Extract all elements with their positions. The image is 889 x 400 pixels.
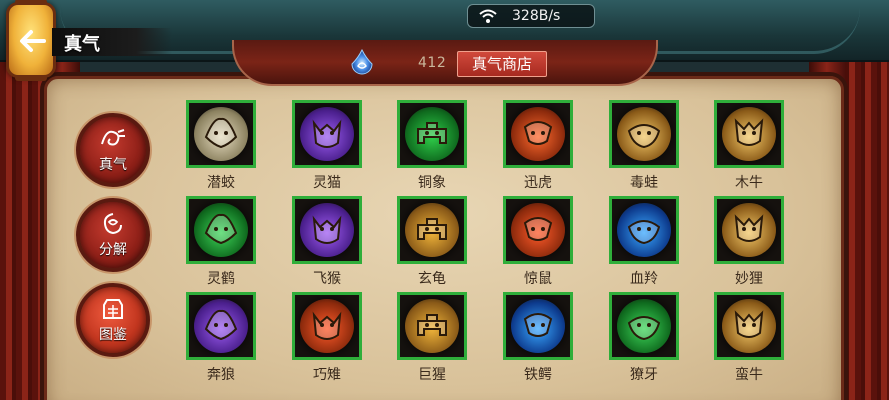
spirit-beast-icon: [627, 316, 661, 341]
spirit-card[interactable]: [397, 196, 467, 264]
spirit-orb: [722, 299, 776, 353]
wifi-icon: [478, 8, 498, 24]
spirit-name: 惊鼠: [524, 271, 552, 287]
spirit-name: 铜象: [418, 175, 446, 191]
spirit-card[interactable]: [292, 196, 362, 264]
spirit-name: 灵猫: [313, 175, 341, 191]
left-curtain: [0, 62, 44, 400]
decompose-icon: [103, 213, 122, 235]
spirit-orb-icon: [351, 48, 373, 75]
spirit-orb: [300, 203, 354, 257]
spirit-orb: [617, 203, 671, 257]
spirit-name: 血羚: [630, 271, 658, 287]
spirit-name: 蛮牛: [735, 367, 763, 383]
spirit-beast-icon: [312, 311, 342, 340]
spirit-orb: [194, 203, 248, 257]
spirit-name: 巨猩: [418, 367, 446, 383]
network-speed: 328B/s: [512, 8, 561, 24]
spirit-card[interactable]: [186, 292, 256, 360]
spirit-card[interactable]: [292, 292, 362, 360]
spirit-beast-icon: [627, 220, 661, 245]
spirit-card[interactable]: [186, 100, 256, 168]
spirit-name: 獠牙: [630, 367, 658, 383]
spirit-card[interactable]: [609, 292, 679, 360]
spirit-orb: [300, 299, 354, 353]
spirit-name: 木牛: [735, 175, 763, 191]
spirit-beast-icon: [204, 309, 238, 341]
tab-codex-label: 图鉴: [99, 327, 127, 343]
qi-icon: [101, 129, 125, 146]
spirit-beast-icon: [523, 313, 553, 337]
qi-shop-button[interactable]: 真气商店: [457, 51, 547, 77]
spirit-name: 奔狼: [207, 367, 235, 383]
spirit-beast-icon: [523, 217, 553, 241]
spirit-name: 灵鹤: [207, 271, 235, 287]
spirit-orb: [511, 107, 565, 161]
right-curtain: [845, 62, 889, 400]
codex-icon: [103, 299, 123, 319]
spirit-orb: [300, 107, 354, 161]
spirit-card[interactable]: [714, 292, 784, 360]
spirit-orb: [405, 299, 459, 353]
spirit-orb: [405, 107, 459, 161]
tab-qi-label: 真气: [99, 157, 127, 173]
spirit-card[interactable]: [186, 196, 256, 264]
spirit-card[interactable]: [397, 292, 467, 360]
spirit-orb: [617, 107, 671, 161]
spirit-card[interactable]: [397, 100, 467, 168]
spirit-beast-icon: [312, 215, 342, 244]
spirit-orb: [511, 299, 565, 353]
spirit-beast-icon: [734, 118, 764, 146]
tab-codex[interactable]: 图鉴: [76, 283, 150, 357]
spirit-beast-icon: [204, 213, 238, 245]
spirit-name: 玄龟: [418, 271, 446, 287]
spirit-card[interactable]: [714, 196, 784, 264]
spirit-name: 毒蛙: [630, 175, 658, 191]
spirit-beast-icon: [417, 218, 447, 240]
spirit-orb: [194, 299, 248, 353]
back-arrow-icon: [20, 30, 46, 52]
spirit-orb: [405, 203, 459, 257]
spirit-card[interactable]: [714, 100, 784, 168]
spirit-name: 巧雉: [313, 367, 341, 383]
spirit-card[interactable]: [503, 292, 573, 360]
spirit-name: 飞猴: [313, 271, 341, 287]
spirit-orb: [617, 299, 671, 353]
spirit-card[interactable]: [609, 100, 679, 168]
spirit-beast-icon: [312, 119, 342, 148]
spirit-name: 迅虎: [524, 175, 552, 191]
tab-qi[interactable]: 真气: [76, 113, 150, 187]
spirit-orb: [722, 107, 776, 161]
spirit-name: 潜蛟: [207, 175, 235, 191]
spirit-beast-icon: [734, 310, 764, 338]
spirit-card[interactable]: [503, 100, 573, 168]
spirit-orb: [722, 203, 776, 257]
spirit-name: 妙狸: [735, 271, 763, 287]
spirit-card[interactable]: [292, 100, 362, 168]
back-button[interactable]: [6, 0, 56, 81]
spirit-orb: [194, 107, 248, 161]
tab-decompose[interactable]: 分解: [76, 198, 150, 272]
network-indicator: 328B/s: [467, 4, 595, 28]
spirit-beast-icon: [627, 124, 661, 149]
spirit-beast-icon: [204, 117, 238, 149]
tab-decompose-label: 分解: [99, 242, 127, 258]
spirit-card[interactable]: [609, 196, 679, 264]
spirit-card[interactable]: [503, 196, 573, 264]
spirit-orb: [511, 203, 565, 257]
spirit-beast-icon: [523, 121, 553, 145]
currency-value: 412: [418, 55, 447, 71]
page-title: 真气: [64, 34, 100, 55]
spirit-beast-icon: [734, 214, 764, 242]
spirit-name: 铁鳄: [524, 367, 552, 383]
spirit-beast-icon: [417, 122, 447, 144]
spirit-beast-icon: [417, 314, 447, 336]
